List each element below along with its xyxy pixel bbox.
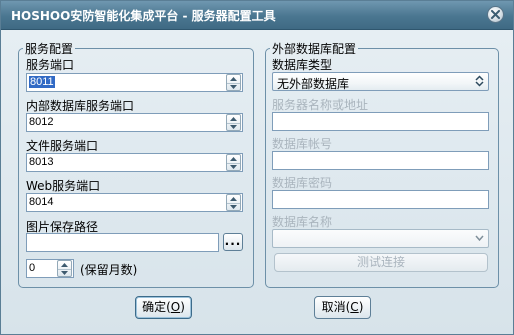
service-port-label: 服务端口 xyxy=(26,58,75,72)
cancel-label: 取消( xyxy=(321,300,351,314)
chevron-up-icon xyxy=(230,157,237,161)
dialog-body: 服务配置 服务端口 8011 内部数据库服务端口 8012 文件服务端口 801… xyxy=(1,30,513,334)
file-port-down-button[interactable] xyxy=(227,163,240,171)
external-db-legend: 外部数据库配置 xyxy=(272,42,357,56)
ok-label: 确定( xyxy=(142,300,171,314)
server-name-label: 服务器名称或地址 xyxy=(272,98,369,112)
retention-down-button[interactable] xyxy=(58,269,71,277)
service-port-spin[interactable] xyxy=(226,74,241,91)
test-connection-button[interactable]: 测试连接 xyxy=(274,253,488,272)
close-icon xyxy=(491,10,500,19)
file-port-spin[interactable] xyxy=(226,154,241,171)
config-dialog: HOSHOO安防智能化集成平台 - 服务器配置工具 服务配置 服务端口 8011… xyxy=(0,0,514,335)
db-type-label: 数据库类型 xyxy=(272,58,333,72)
chevron-up-icon xyxy=(230,77,237,81)
ok-accelerator: O xyxy=(170,300,181,314)
chevron-down-icon xyxy=(230,165,237,169)
file-port-label: 文件服务端口 xyxy=(26,139,99,153)
browse-button[interactable]: ... xyxy=(223,233,243,251)
server-name-input[interactable] xyxy=(272,112,489,131)
web-port-label: Web服务端口 xyxy=(26,179,101,193)
db-type-select[interactable]: 无外部数据库 xyxy=(272,72,489,91)
chevron-down-icon xyxy=(230,125,237,129)
chevron-down-icon xyxy=(475,235,484,242)
chevron-down-icon xyxy=(230,205,237,209)
chevron-up-icon xyxy=(61,263,68,267)
db-account-input[interactable] xyxy=(272,151,489,170)
service-port-down-button[interactable] xyxy=(227,83,240,91)
web-port-value: 8014 xyxy=(29,196,54,208)
close-button[interactable] xyxy=(487,6,504,23)
chevron-down-icon xyxy=(230,85,237,89)
chevron-up-icon xyxy=(230,197,237,201)
title-bar[interactable]: HOSHOO安防智能化集成平台 - 服务器配置工具 xyxy=(1,1,513,30)
cancel-label-close: ) xyxy=(358,300,364,314)
db-port-stepper[interactable]: 8012 xyxy=(26,113,243,132)
web-port-stepper[interactable]: 8014 xyxy=(26,193,243,212)
retention-spin[interactable] xyxy=(57,260,72,277)
db-type-value: 无外部数据库 xyxy=(277,77,350,91)
db-port-value: 8012 xyxy=(29,116,54,128)
web-port-spin[interactable] xyxy=(226,194,241,211)
service-port-value: 8011 xyxy=(29,76,55,88)
cancel-button[interactable]: 取消(C) xyxy=(314,296,371,319)
db-port-spin[interactable] xyxy=(226,114,241,131)
db-port-down-button[interactable] xyxy=(227,123,240,131)
updown-arrow-icon xyxy=(475,75,484,87)
retention-label: (保留月数) xyxy=(80,263,138,277)
db-name-select[interactable] xyxy=(272,229,489,248)
service-config-legend: 服务配置 xyxy=(25,42,74,56)
cancel-accelerator: C xyxy=(350,300,359,314)
db-port-label: 内部数据库服务端口 xyxy=(26,99,135,113)
ok-label-close: ) xyxy=(180,300,185,314)
window-title: HOSHOO安防智能化集成平台 - 服务器配置工具 xyxy=(11,9,276,23)
retention-value: 0 xyxy=(29,262,36,274)
chevron-down-icon xyxy=(61,271,68,275)
retention-stepper[interactable]: 0 xyxy=(26,259,74,278)
image-path-input[interactable] xyxy=(26,233,219,252)
chevron-up-icon xyxy=(230,117,237,121)
db-password-label: 数据库密码 xyxy=(272,176,333,190)
web-port-down-button[interactable] xyxy=(227,203,240,211)
file-port-value: 8013 xyxy=(29,156,54,168)
service-port-stepper[interactable]: 8011 xyxy=(26,73,243,92)
db-password-input[interactable] xyxy=(272,190,489,209)
ok-button[interactable]: 确定(O) xyxy=(135,296,192,319)
db-name-label: 数据库名称 xyxy=(272,215,333,229)
file-port-stepper[interactable]: 8013 xyxy=(26,153,243,172)
db-account-label: 数据库帐号 xyxy=(272,137,333,151)
